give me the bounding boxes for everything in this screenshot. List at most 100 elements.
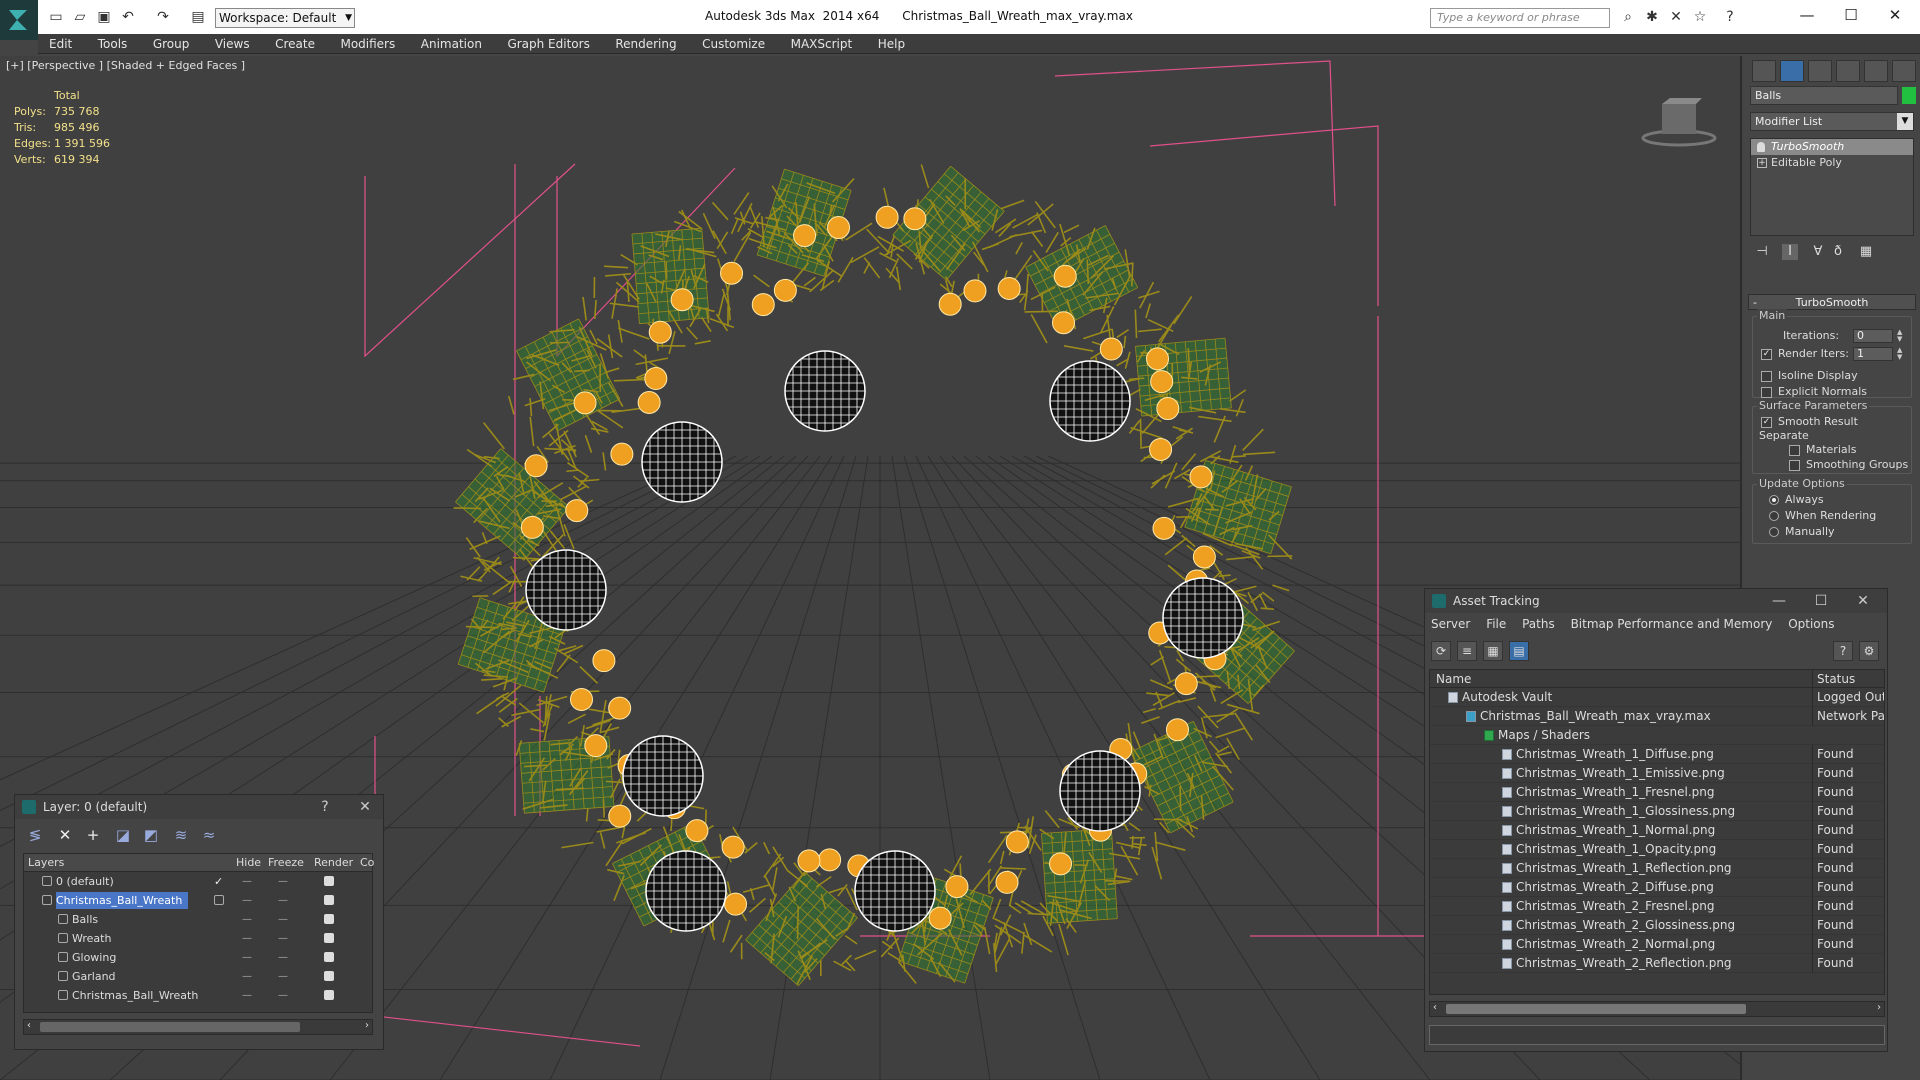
close-button[interactable]: ✕: [1880, 4, 1910, 26]
isoline-row[interactable]: Isoline Display: [1761, 369, 1858, 383]
stack-item-turbosmooth[interactable]: TurboSmooth: [1751, 139, 1913, 155]
render-teapot-icon[interactable]: [324, 971, 334, 981]
list-view-icon[interactable]: ≡: [1457, 641, 1477, 661]
select-layer-objects-icon[interactable]: ◪: [113, 825, 133, 845]
save-file-icon[interactable]: ▣: [96, 9, 112, 25]
asset-row[interactable]: Christmas_Ball_Wreath_max_vray.max Networ…: [1430, 707, 1884, 726]
ornament-ball[interactable]: [525, 549, 607, 631]
layer-name[interactable]: Glowing: [72, 949, 122, 966]
subscription-icon[interactable]: ✱: [1644, 9, 1660, 25]
asset-row[interactable]: Christmas_Wreath_2_Reflection.png Found: [1430, 954, 1884, 973]
close-button[interactable]: ✕: [351, 795, 379, 819]
layer-row[interactable]: Glowing — —: [24, 948, 372, 967]
freeze-all-layers-icon[interactable]: ≈: [199, 825, 219, 845]
ornament-ball[interactable]: [1049, 360, 1131, 442]
thumbnail-view-icon[interactable]: ▦: [1483, 641, 1503, 661]
hide-toggle[interactable]: —: [242, 910, 252, 929]
make-unique-icon[interactable]: ∀: [1810, 244, 1826, 260]
ornament-ball[interactable]: [645, 850, 727, 932]
close-button[interactable]: ✕: [1849, 589, 1877, 613]
search-input[interactable]: Type a keyword or phrase: [1430, 8, 1610, 28]
ornament-ball[interactable]: [854, 850, 936, 932]
freeze-toggle[interactable]: —: [278, 967, 288, 986]
hide-toggle[interactable]: —: [242, 872, 252, 891]
menu-tools[interactable]: Tools: [87, 34, 139, 54]
chevron-left-icon[interactable]: ‹: [1433, 1002, 1437, 1013]
delete-layer-icon[interactable]: ✕: [55, 825, 75, 845]
column-header[interactable]: Co: [360, 854, 374, 872]
asset-row[interactable]: Autodesk Vault Logged Out ..: [1430, 688, 1884, 707]
layer-name[interactable]: Christmas_Ball_Wreath: [72, 987, 204, 1004]
explicit-normals-checkbox[interactable]: [1761, 386, 1772, 398]
asset-row[interactable]: Christmas_Wreath_1_Emissive.png Found: [1430, 764, 1884, 783]
project-folder-icon[interactable]: ▤: [190, 9, 206, 25]
asset-row[interactable]: Christmas_Wreath_1_Opacity.png Found: [1430, 840, 1884, 859]
scrollbar-thumb[interactable]: [1446, 1004, 1746, 1014]
render-iters-spinner[interactable]: 1: [1853, 347, 1893, 361]
freeze-toggle[interactable]: —: [278, 910, 288, 929]
smooth-result-row[interactable]: ✓ Smooth Result: [1761, 415, 1858, 429]
smoothing-groups-checkbox[interactable]: [1789, 459, 1800, 471]
column-header[interactable]: Status: [1812, 670, 1855, 688]
menu-paths[interactable]: Paths: [1522, 617, 1555, 631]
active-layer-check-icon[interactable]: ✓: [214, 872, 223, 891]
column-header[interactable]: Freeze: [268, 854, 304, 872]
asset-row[interactable]: Christmas_Wreath_1_Normal.png Found: [1430, 821, 1884, 840]
highlight-layer-icon[interactable]: ◩: [141, 825, 161, 845]
horizontal-scrollbar[interactable]: ‹ ›: [1429, 1001, 1885, 1017]
minimize-button[interactable]: —: [1765, 589, 1793, 613]
spinner-arrows-icon[interactable]: ▲ ▼: [1897, 347, 1905, 361]
menu-customize[interactable]: Customize: [691, 34, 776, 54]
menu-server[interactable]: Server: [1431, 617, 1470, 631]
always-radio[interactable]: [1769, 495, 1779, 505]
wreath-model[interactable]: [453, 164, 1295, 987]
help-button[interactable]: ?: [311, 795, 339, 819]
spinner-arrows-icon[interactable]: ▲ ▼: [1897, 329, 1905, 343]
maximize-button[interactable]: ☐: [1836, 4, 1866, 26]
favorites-icon[interactable]: ☆: [1692, 9, 1708, 25]
always-row[interactable]: Always: [1769, 493, 1824, 507]
create-tab-icon[interactable]: [1752, 60, 1776, 82]
rollout-header[interactable]: - TurboSmooth: [1748, 294, 1916, 310]
render-teapot-icon[interactable]: [324, 876, 334, 886]
freeze-toggle[interactable]: —: [278, 986, 288, 1005]
menu-animation[interactable]: Animation: [410, 34, 493, 54]
ornament-ball[interactable]: [1162, 577, 1244, 659]
menu-graph-editors[interactable]: Graph Editors: [496, 34, 600, 54]
asset-row[interactable]: Christmas_Wreath_2_Fresnel.png Found: [1430, 897, 1884, 916]
column-header[interactable]: Render: [314, 854, 353, 872]
stack-item-editable-poly[interactable]: + Editable Poly: [1751, 155, 1913, 171]
asset-row[interactable]: Christmas_Wreath_2_Normal.png Found: [1430, 935, 1884, 954]
hide-all-layers-icon[interactable]: ≋: [171, 825, 191, 845]
layer-name[interactable]: 0 (default): [56, 873, 120, 890]
menu-rendering[interactable]: Rendering: [604, 34, 687, 54]
explicit-normals-row[interactable]: Explicit Normals: [1761, 385, 1867, 399]
lightbulb-icon[interactable]: [1757, 142, 1765, 152]
asset-row[interactable]: Christmas_Wreath_1_Fresnel.png Found: [1430, 783, 1884, 802]
set-current-layer-icon[interactable]: [214, 895, 224, 905]
asset-window-titlebar[interactable]: Asset Tracking — ☐ ✕: [1425, 589, 1887, 613]
open-file-icon[interactable]: ▱: [72, 9, 88, 25]
binoculars-icon[interactable]: ⌕: [1620, 9, 1636, 25]
settings-icon[interactable]: ⚙: [1859, 641, 1879, 661]
table-view-icon[interactable]: ▤: [1509, 641, 1529, 661]
layer-name[interactable]: Balls: [72, 911, 104, 928]
object-color-swatch[interactable]: [1902, 87, 1916, 104]
chevron-right-icon[interactable]: ›: [365, 1020, 369, 1031]
freeze-toggle[interactable]: —: [278, 872, 288, 891]
redo-icon[interactable]: ↷: [155, 9, 171, 25]
layer-row[interactable]: 0 (default) ✓ — —: [24, 872, 372, 891]
chevron-left-icon[interactable]: ‹: [27, 1020, 31, 1031]
ornament-ball[interactable]: [1059, 750, 1141, 832]
manually-row[interactable]: Manually: [1769, 525, 1835, 539]
viewport-label[interactable]: [+] [Perspective ] [Shaded + Edged Faces…: [6, 59, 245, 72]
create-layer-icon[interactable]: ≶: [25, 825, 45, 845]
app-menu-button[interactable]: [0, 0, 38, 40]
manually-radio[interactable]: [1769, 527, 1779, 537]
menu-bitmap-performance[interactable]: Bitmap Performance and Memory: [1571, 617, 1773, 631]
ornament-ball[interactable]: [784, 350, 866, 432]
communication-icon[interactable]: ✕: [1668, 9, 1684, 25]
remove-modifier-icon[interactable]: ð: [1830, 244, 1846, 260]
modifier-list-dropdown[interactable]: Modifier List ▼: [1750, 112, 1914, 131]
render-iters-checkbox[interactable]: ✓: [1761, 348, 1772, 360]
